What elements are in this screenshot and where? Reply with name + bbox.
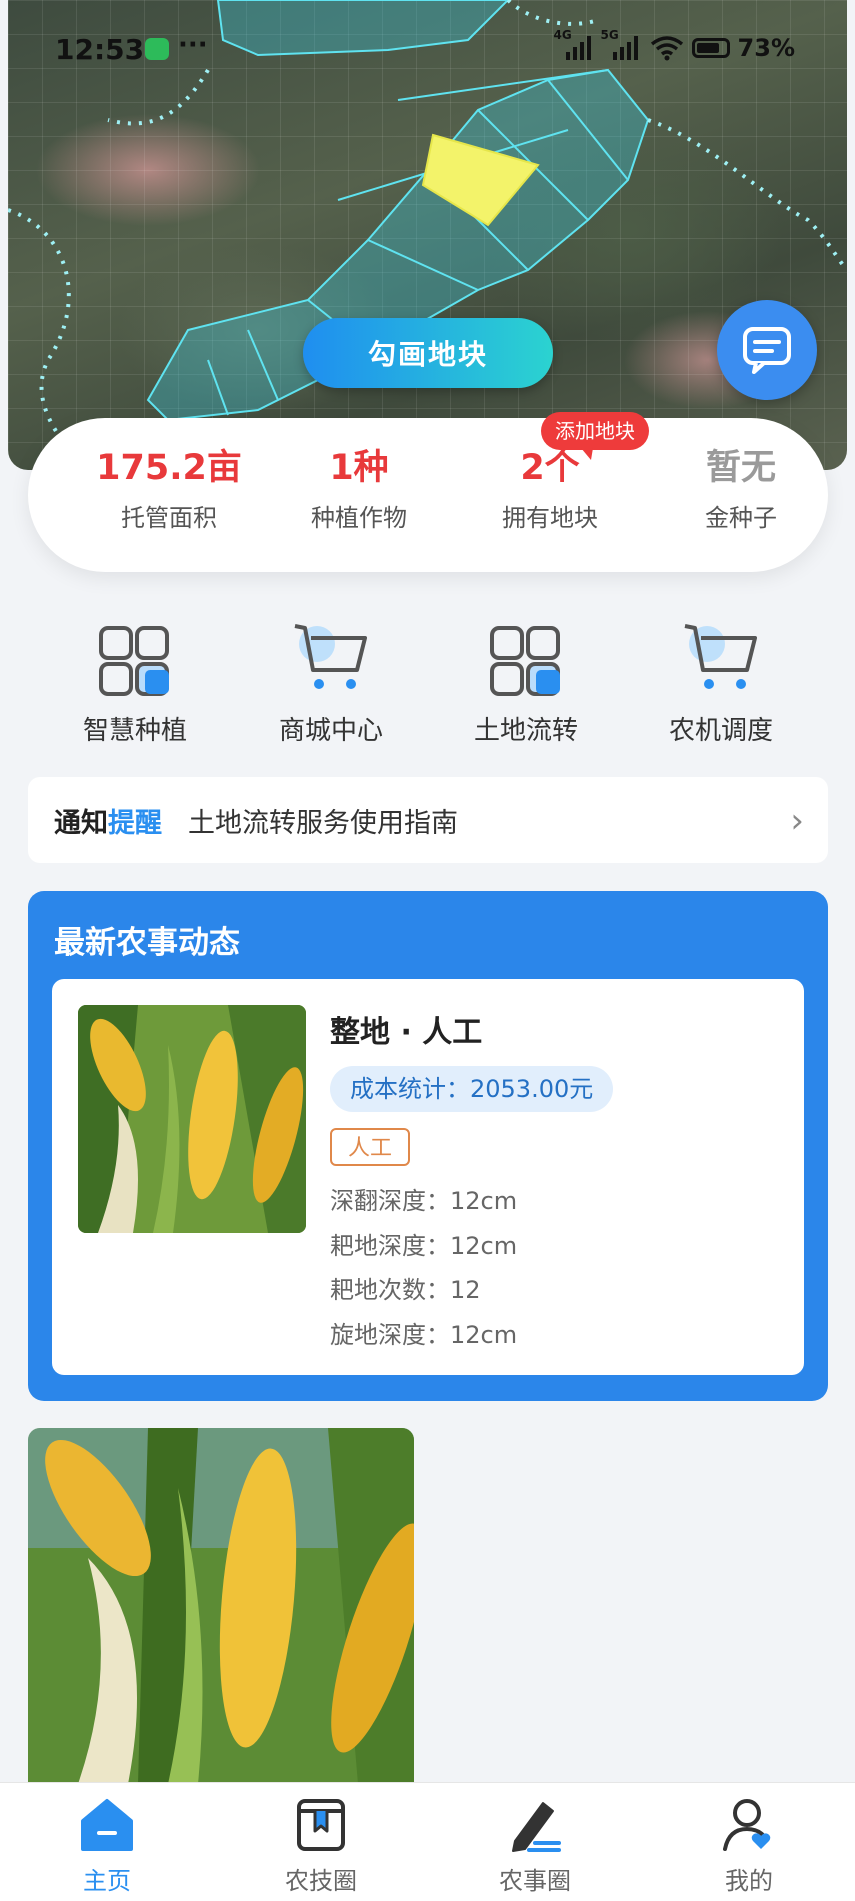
nav-smart-planting[interactable]: 智慧种植	[37, 620, 233, 747]
nav-label: 商城中心	[278, 716, 383, 746]
draw-plot-button[interactable]: 勾画地块	[303, 318, 553, 388]
corn-image	[78, 1005, 306, 1233]
labor-tag: 人工	[330, 1128, 411, 1166]
tab-label: 农事圈	[499, 1867, 571, 1895]
wechat-icon	[145, 38, 169, 60]
status-bar: 12:53 ··· 4G 5G 73%	[0, 0, 855, 100]
stat-crops[interactable]: 1种 种植作物	[259, 446, 459, 533]
pen-icon	[507, 1797, 563, 1853]
chat-icon	[743, 327, 791, 374]
cart-icon	[291, 620, 371, 700]
battery-icon	[691, 38, 730, 58]
nav-label: 土地流转	[473, 716, 578, 746]
activity-title: 最新农事动态	[54, 925, 240, 961]
tab-label: 我的	[725, 1867, 773, 1895]
detail-row: 耙地深度：12cm	[330, 1232, 518, 1260]
stat-gold-seed[interactable]: 暂无 金种子	[641, 446, 841, 533]
home-icon	[79, 1797, 135, 1853]
stat-managed-area[interactable]: 175.2亩 托管面积	[69, 446, 269, 533]
signal-4g-icon: 4G	[554, 28, 591, 60]
tab-home[interactable]: 主页	[32, 1797, 182, 1896]
status-time: 12:53	[55, 33, 145, 66]
cost-summary: 成本统计：2053.00元	[330, 1066, 614, 1112]
corn-photo[interactable]	[28, 1428, 414, 1784]
tab-label: 主页	[83, 1867, 131, 1895]
stat-label: 拥有地块	[502, 504, 598, 532]
stat-value: 1种	[329, 448, 389, 488]
stat-label: 种植作物	[311, 504, 407, 532]
chat-button[interactable]	[717, 300, 817, 400]
tab-agritech[interactable]: 农技圈	[246, 1797, 396, 1896]
tab-mine[interactable]: 我的	[674, 1797, 824, 1896]
bottom-tab-bar: 主页 农技圈 农事圈 我的	[0, 1782, 855, 1901]
stats-card: 175.2亩 托管面积 1种 种植作物 2个 拥有地块 暂无 金种子 添加地块	[28, 412, 828, 572]
task-title: 整地 · 人工	[330, 1015, 483, 1050]
grid-icon	[486, 620, 566, 700]
wifi-icon	[650, 36, 683, 61]
tab-farm-circle[interactable]: 农事圈	[460, 1797, 610, 1896]
stat-value: 175.2亩	[96, 448, 242, 488]
user-icon	[721, 1797, 777, 1853]
stat-label: 金种子	[705, 504, 777, 532]
grid-icon	[95, 620, 175, 700]
tab-label: 农技圈	[285, 1867, 357, 1895]
stat-value: 暂无	[705, 448, 776, 488]
signal-5g-icon: 5G	[601, 28, 638, 60]
more-icon: ···	[178, 30, 208, 60]
book-icon	[293, 1797, 349, 1853]
stat-label: 托管面积	[121, 504, 217, 532]
nav-label: 农机调度	[668, 716, 773, 746]
detail-row: 旋地深度：12cm	[330, 1321, 518, 1349]
status-right: 4G 5G 73%	[554, 28, 795, 62]
nav-land-transfer[interactable]: 土地流转	[428, 620, 624, 747]
stat-plots[interactable]: 2个 拥有地块	[450, 446, 650, 533]
notice-bar[interactable]: 通知提醒 土地流转服务使用指南 ›	[28, 777, 828, 863]
detail-row: 耙地次数：12	[330, 1276, 481, 1304]
add-plot-badge[interactable]: 添加地块	[541, 412, 649, 460]
cart-icon	[681, 620, 761, 700]
chevron-right-icon: ›	[790, 801, 804, 841]
stat-value: 2个	[520, 448, 580, 488]
nav-mall-center[interactable]: 商城中心	[233, 620, 429, 747]
detail-row: 深翻深度：12cm	[330, 1187, 518, 1215]
latest-activity-card: 最新农事动态 整地 · 人工 成本统计：2053.00元 人工 深翻深度：12c…	[28, 891, 828, 1401]
activity-item[interactable]: 整地 · 人工 成本统计：2053.00元 人工 深翻深度：12cm 耙地深度：…	[52, 979, 804, 1375]
battery-percent: 73%	[737, 34, 795, 62]
notice-text: 土地流转服务使用指南	[188, 807, 458, 839]
nav-machinery-dispatch[interactable]: 农机调度	[623, 620, 819, 747]
nav-label: 智慧种植	[82, 716, 187, 746]
notice-tag: 通知提醒	[54, 807, 162, 839]
